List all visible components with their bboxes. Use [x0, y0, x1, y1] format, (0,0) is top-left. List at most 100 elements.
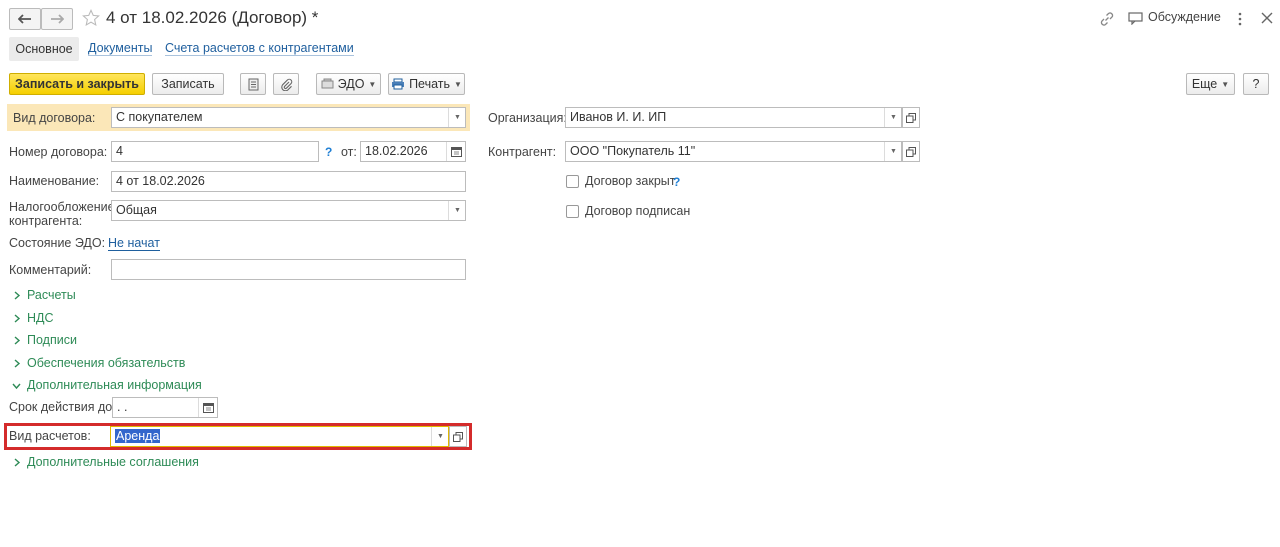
print-label: Печать [409, 77, 451, 91]
calendar-icon[interactable] [446, 142, 465, 161]
dropdown-arrow-icon[interactable]: ▼ [884, 108, 901, 127]
favorite-star-icon[interactable] [82, 9, 100, 27]
dropdown-arrow-icon[interactable]: ▼ [431, 427, 448, 446]
contract-number-value: 4 [116, 144, 123, 158]
section-payments-label: Расчеты [27, 288, 76, 302]
section-additional-agreements[interactable]: Дополнительные соглашения [12, 455, 199, 469]
edo-status-link[interactable]: Не начат [108, 237, 160, 251]
printer-icon [392, 78, 405, 90]
open-settlement-type-button[interactable] [449, 426, 467, 447]
valid-until-label: Срок действия до: [9, 400, 116, 414]
section-payments[interactable]: Расчеты [12, 288, 76, 302]
edo-button[interactable]: ЭДО ▼ [316, 73, 381, 95]
edo-status-label: Состояние ЭДО: [9, 236, 106, 250]
organization-value: Иванов И. И. ИП [570, 110, 667, 124]
section-additional-info[interactable]: Дополнительная информация [12, 378, 202, 392]
contract-type-value: С покупателем [116, 110, 203, 124]
paperclip-icon [280, 78, 292, 91]
settlement-type-field[interactable]: Аренда ▼ [110, 426, 449, 447]
edo-icon [321, 78, 334, 89]
close-icon[interactable] [1261, 12, 1273, 24]
settlement-type-value: Аренда [115, 429, 161, 443]
section-vat[interactable]: НДС [12, 311, 54, 325]
section-obligations-label: Обеспечения обязательств [27, 356, 186, 370]
chevron-right-icon [14, 358, 21, 368]
name-field[interactable]: 4 от 18.02.2026 [111, 171, 466, 192]
calendar-icon[interactable] [198, 398, 217, 417]
chevron-down-icon [12, 383, 21, 389]
name-label: Наименование: [9, 174, 100, 188]
open-window-icon [906, 112, 916, 123]
open-organization-button[interactable] [902, 107, 920, 128]
tab-main[interactable]: Основное [9, 37, 79, 61]
link-icon[interactable] [1099, 11, 1115, 27]
date-from-label: от: [341, 145, 357, 159]
section-vat-label: НДС [27, 311, 54, 325]
dropdown-arrow-icon[interactable]: ▼ [884, 142, 901, 161]
contract-number-label: Номер договора: [9, 145, 108, 159]
more-label: Еще [1191, 77, 1218, 91]
more-vertical-icon[interactable] [1237, 12, 1243, 26]
edo-label: ЭДО [337, 77, 365, 91]
valid-until-value: . . [117, 400, 128, 414]
contract-closed-label: Договор закрыт [585, 174, 676, 188]
report-button[interactable] [240, 73, 266, 95]
discussion-icon[interactable] [1128, 12, 1143, 25]
chevron-right-icon [14, 457, 21, 467]
taxation-value: Общая [116, 203, 157, 217]
open-window-icon [453, 431, 463, 442]
valid-until-field[interactable]: . . [112, 397, 218, 418]
contract-number-field[interactable]: 4 [111, 141, 319, 162]
contract-number-help-icon[interactable]: ? [325, 145, 332, 159]
name-value: 4 от 18.02.2026 [116, 174, 205, 188]
help-button[interactable]: ? [1243, 73, 1269, 95]
contract-type-label: Вид договора: [13, 111, 96, 125]
document-list-icon [248, 78, 258, 90]
organization-field[interactable]: Иванов И. И. ИП ▼ [565, 107, 902, 128]
forward-button[interactable] [41, 8, 73, 30]
taxation-field[interactable]: Общая ▼ [111, 200, 466, 221]
chevron-down-icon: ▼ [368, 79, 377, 89]
dropdown-arrow-icon[interactable]: ▼ [448, 201, 465, 220]
page-title: 4 от 18.02.2026 (Договор) * [106, 8, 319, 27]
contract-signed-checkbox[interactable] [566, 205, 579, 218]
date-value: 18.02.2026 [365, 144, 428, 158]
section-signatures[interactable]: Подписи [12, 333, 77, 347]
comment-label: Комментарий: [9, 263, 92, 277]
tab-documents[interactable]: Документы [88, 42, 153, 56]
chevron-right-icon [14, 290, 21, 300]
chevron-down-icon: ▼ [1221, 79, 1230, 89]
taxation-label-line-1: Налогообложение [9, 200, 115, 214]
open-counterparty-button[interactable] [902, 141, 920, 162]
contract-type-field[interactable]: С покупателем ▼ [111, 107, 466, 128]
dropdown-arrow-icon[interactable]: ▼ [448, 108, 465, 127]
counterparty-value: ООО "Покупатель 11" [570, 144, 696, 158]
print-button[interactable]: Печать ▼ [388, 73, 465, 95]
arrow-right-icon [51, 14, 64, 24]
section-additional-info-label: Дополнительная информация [27, 378, 202, 392]
back-button[interactable] [9, 8, 41, 30]
chevron-down-icon: ▼ [454, 79, 462, 89]
section-additional-agreements-label: Дополнительные соглашения [27, 455, 199, 469]
date-field[interactable]: 18.02.2026 [360, 141, 466, 162]
counterparty-label: Контрагент: [488, 145, 557, 159]
attach-button[interactable] [273, 73, 299, 95]
chevron-right-icon [14, 313, 21, 323]
contract-closed-checkbox[interactable] [566, 175, 579, 188]
section-obligations[interactable]: Обеспечения обязательств [12, 356, 185, 370]
chevron-right-icon [14, 335, 21, 345]
open-window-icon [906, 146, 916, 157]
tab-accounts[interactable]: Счета расчетов с контрагентами [165, 42, 354, 56]
more-button[interactable]: Еще ▼ [1186, 73, 1235, 95]
comment-field[interactable] [111, 259, 466, 280]
contract-closed-help-icon[interactable]: ? [673, 175, 680, 189]
arrow-left-icon [18, 14, 31, 24]
discussion-button[interactable]: Обсуждение [1148, 10, 1221, 24]
organization-label: Организация: [488, 111, 567, 125]
taxation-label: Налогообложение контрагента: [9, 200, 115, 228]
save-and-close-button[interactable]: Записать и закрыть [9, 73, 145, 95]
counterparty-field[interactable]: ООО "Покупатель 11" ▼ [565, 141, 902, 162]
taxation-label-line-2: контрагента: [9, 214, 83, 228]
save-button[interactable]: Записать [152, 73, 224, 95]
contract-signed-label: Договор подписан [585, 204, 691, 218]
